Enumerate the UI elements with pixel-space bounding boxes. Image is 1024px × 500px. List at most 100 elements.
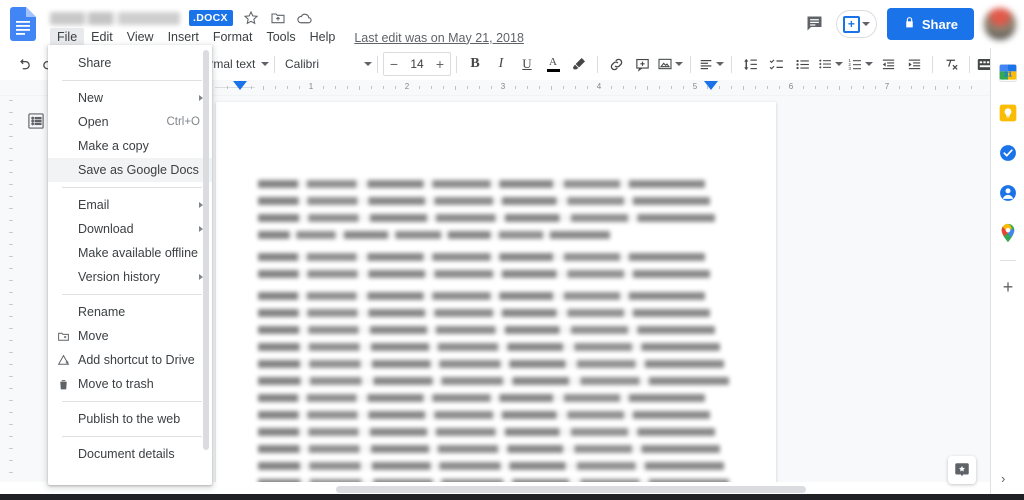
google-maps-icon[interactable] [997, 222, 1019, 244]
menu-item-label: Version history [78, 270, 160, 284]
menu-item-download[interactable]: Download [48, 217, 212, 241]
docs-logo-icon[interactable] [10, 7, 36, 41]
underline-button[interactable]: U [514, 51, 540, 77]
file-menu-scrollbar-thumb[interactable] [203, 50, 209, 450]
explore-icon [955, 463, 969, 477]
font-size-value[interactable]: 14 [404, 57, 430, 71]
undo-icon[interactable] [10, 51, 36, 77]
numbered-list-button[interactable]: 123 [845, 51, 875, 77]
document-text-line [258, 214, 715, 222]
calendar-day-number: 31 [1004, 69, 1012, 78]
menu-item-label: Make a copy [78, 139, 149, 153]
ruler-number: 7 [884, 82, 890, 91]
document-body-text[interactable] [258, 180, 734, 482]
add-to-meet-button[interactable]: + [835, 10, 877, 38]
clear-formatting-icon[interactable] [938, 51, 964, 77]
document-page[interactable] [216, 102, 776, 482]
text-color-swatch [546, 68, 560, 72]
google-contacts-icon[interactable] [997, 182, 1019, 204]
document-outline-icon[interactable] [22, 107, 50, 135]
document-text-line [258, 445, 720, 453]
increase-indent-icon[interactable] [901, 51, 927, 77]
title-bar: .DOCX File Edit View Insert Format Tools… [0, 0, 1024, 48]
document-text-line [258, 270, 711, 278]
menu-item-publish-to-the-web[interactable]: Publish to the web [48, 407, 212, 431]
menu-item-save-as-google-docs[interactable]: Save as Google Docs [48, 158, 212, 182]
menu-item-document-details[interactable]: Document details [48, 442, 212, 466]
font-size-stepper[interactable]: − 14 + [383, 52, 451, 76]
align-left-button[interactable] [696, 51, 726, 77]
line-spacing-icon[interactable] [737, 51, 763, 77]
menu-item-make-available-offline[interactable]: Make available offline [48, 241, 212, 265]
font-family-dropdown[interactable]: Calibri [280, 52, 372, 76]
move-folder-icon [55, 328, 71, 344]
document-text-line [258, 253, 706, 261]
menu-item-rename[interactable]: Rename [48, 300, 212, 324]
menu-item-move[interactable]: Move [48, 324, 212, 348]
font-size-increase[interactable]: + [430, 53, 450, 75]
document-text-line [258, 309, 711, 317]
cloud-offline-icon[interactable] [296, 9, 314, 27]
left-indent-marker[interactable] [233, 81, 247, 90]
chevron-down-icon [261, 62, 269, 66]
lock-icon [903, 16, 916, 32]
menu-help[interactable]: Help [303, 28, 343, 47]
insert-image-button[interactable] [655, 51, 685, 77]
add-on-button[interactable]: + [997, 276, 1019, 298]
avatar[interactable] [984, 8, 1016, 40]
google-tasks-icon[interactable] [997, 142, 1019, 164]
menu-item-label: Add shortcut to Drive [78, 353, 195, 367]
bulleted-list-button[interactable] [815, 51, 845, 77]
share-button[interactable]: Share [886, 8, 974, 40]
last-edit-link[interactable]: Last edit was on May 21, 2018 [354, 31, 524, 45]
menu-item-move-to-trash[interactable]: Move to trash [48, 372, 212, 396]
ruler-number: 4 [596, 82, 602, 91]
expand-side-panel-button[interactable]: › [1001, 471, 1005, 486]
menu-item-new[interactable]: New [48, 86, 212, 110]
menu-item-label: Save as Google Docs [78, 163, 199, 177]
bulleted-list-plain-icon[interactable] [789, 51, 815, 77]
menu-item-add-shortcut-to-drive[interactable]: Add shortcut to Drive [48, 348, 212, 372]
document-text-line [258, 197, 711, 205]
google-keep-icon[interactable] [997, 102, 1019, 124]
menu-item-email[interactable]: Email [48, 193, 212, 217]
comment-history-icon[interactable] [804, 13, 826, 35]
toolbar-divider [690, 55, 691, 73]
text-color-button[interactable]: A [540, 51, 566, 77]
font-size-decrease[interactable]: − [384, 53, 404, 75]
decrease-indent-icon[interactable] [875, 51, 901, 77]
move-to-folder-icon[interactable] [269, 9, 287, 27]
explore-button[interactable] [948, 456, 976, 484]
document-title[interactable] [50, 11, 180, 25]
chevron-down-icon[interactable] [861, 22, 870, 26]
checklist-icon[interactable] [763, 51, 789, 77]
chevron-down-icon [716, 62, 724, 66]
star-icon[interactable] [242, 9, 260, 27]
highlight-pen-icon[interactable] [566, 51, 592, 77]
menu-item-share[interactable]: Share [48, 51, 212, 75]
document-text-line [258, 326, 715, 334]
italic-button[interactable]: I [488, 51, 514, 77]
menu-item-version-history[interactable]: Version history [48, 265, 212, 289]
google-calendar-icon[interactable]: 31 [997, 62, 1019, 84]
menu-item-label: Share [78, 56, 112, 70]
menu-item-open[interactable]: Open Ctrl+O [48, 110, 212, 134]
insert-link-icon[interactable] [603, 51, 629, 77]
horizontal-scrollbar-thumb[interactable] [336, 486, 806, 493]
menu-format[interactable]: Format [206, 28, 260, 47]
document-text-line [258, 394, 706, 402]
add-comment-icon[interactable] [629, 51, 655, 77]
menu-item-shortcut: Ctrl+O [166, 116, 200, 128]
document-horizontal-scrollbar[interactable] [16, 484, 990, 494]
menu-item-label: Move [78, 329, 109, 343]
menu-separator [62, 187, 202, 188]
side-panel: 31 + › [990, 48, 1024, 500]
menu-item-make-a-copy[interactable]: Make a copy [48, 134, 212, 158]
menu-separator [62, 401, 202, 402]
bold-button[interactable]: B [462, 51, 488, 77]
right-indent-marker[interactable] [704, 81, 718, 90]
document-text-line [258, 360, 725, 368]
menu-tools[interactable]: Tools [259, 28, 302, 47]
document-text-line [258, 479, 730, 482]
file-menu-dropdown[interactable]: Share New Open Ctrl+O Make a copy Save as Goo… [48, 45, 212, 485]
